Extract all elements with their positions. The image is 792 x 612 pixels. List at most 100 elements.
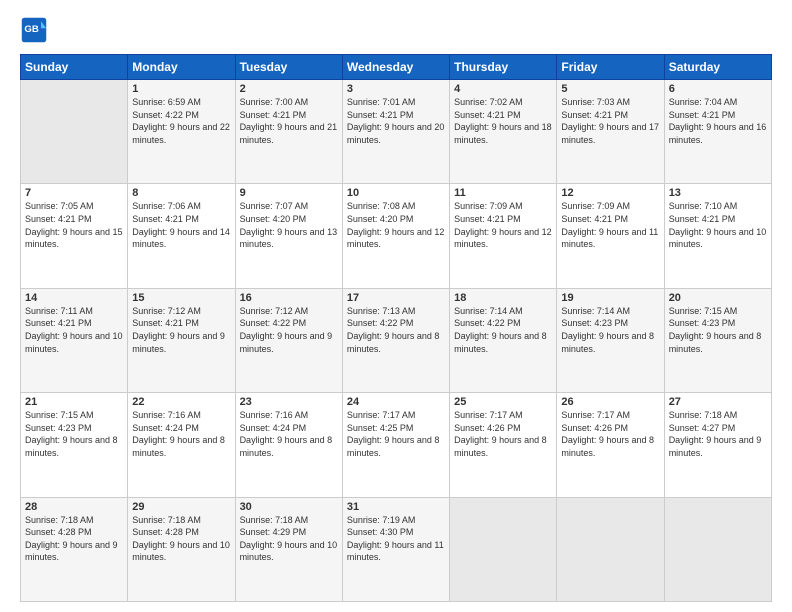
day-number: 18 [454,292,552,304]
day-info: Sunrise: 7:05 AMSunset: 4:21 PMDaylight:… [25,201,123,249]
day-number: 22 [132,396,230,408]
day-info: Sunrise: 7:13 AMSunset: 4:22 PMDaylight:… [347,306,440,354]
weekday-wednesday: Wednesday [342,55,449,80]
logo-icon: GB [20,16,48,44]
day-info: Sunrise: 7:18 AMSunset: 4:28 PMDaylight:… [25,515,118,563]
calendar-cell: 10Sunrise: 7:08 AMSunset: 4:20 PMDayligh… [342,184,449,288]
day-number: 4 [454,83,552,95]
calendar-cell: 20Sunrise: 7:15 AMSunset: 4:23 PMDayligh… [664,288,771,392]
calendar-cell: 23 Sunrise: 7:16 AMSunset: 4:24 PMDayligh… [235,393,342,497]
day-number: 7 [25,187,123,199]
calendar-week-3: 14 Sunrise: 7:11 AMSunset: 4:21 PMDayligh… [21,288,772,392]
calendar-cell: 26Sunrise: 7:17 AMSunset: 4:26 PMDayligh… [557,393,664,497]
weekday-tuesday: Tuesday [235,55,342,80]
day-info: Sunrise: 7:00 AMSunset: 4:21 PMDaylight:… [240,97,338,145]
calendar-cell: 2Sunrise: 7:00 AMSunset: 4:21 PMDaylight… [235,80,342,184]
calendar-cell [664,497,771,601]
day-info: Sunrise: 7:14 AMSunset: 4:23 PMDaylight:… [561,306,654,354]
day-number: 13 [669,187,767,199]
day-number: 3 [347,83,445,95]
calendar-week-5: 28 Sunrise: 7:18 AMSunset: 4:28 PMDayligh… [21,497,772,601]
day-number: 23 [240,396,338,408]
day-info: Sunrise: 7:18 AMSunset: 4:28 PMDaylight:… [132,515,230,563]
day-info: Sunrise: 7:14 AMSunset: 4:22 PMDaylight:… [454,306,547,354]
day-number: 8 [132,187,230,199]
calendar-cell: 7 Sunrise: 7:05 AMSunset: 4:21 PMDaylight… [21,184,128,288]
calendar-cell: 4 Sunrise: 7:02 AMSunset: 4:21 PMDaylight… [450,80,557,184]
calendar-week-1: 1Sunrise: 6:59 AMSunset: 4:22 PMDaylight… [21,80,772,184]
day-number: 15 [132,292,230,304]
day-number: 6 [669,83,767,95]
day-info: Sunrise: 7:15 AMSunset: 4:23 PMDaylight:… [25,410,118,458]
calendar-cell: 16 Sunrise: 7:12 AMSunset: 4:22 PMDayligh… [235,288,342,392]
weekday-saturday: Saturday [664,55,771,80]
calendar-table: SundayMondayTuesdayWednesdayThursdayFrid… [20,54,772,602]
day-number: 12 [561,187,659,199]
calendar-cell: 25 Sunrise: 7:17 AMSunset: 4:26 PMDayligh… [450,393,557,497]
day-info: Sunrise: 7:09 AMSunset: 4:21 PMDaylight:… [454,201,552,249]
day-number: 21 [25,396,123,408]
calendar-cell: 24 Sunrise: 7:17 AMSunset: 4:25 PMDayligh… [342,393,449,497]
calendar-cell: 8Sunrise: 7:06 AMSunset: 4:21 PMDaylight… [128,184,235,288]
calendar-cell: 6Sunrise: 7:04 AMSunset: 4:21 PMDaylight… [664,80,771,184]
day-number: 14 [25,292,123,304]
calendar-cell: 12 Sunrise: 7:09 AMSunset: 4:21 PMDayligh… [557,184,664,288]
day-info: Sunrise: 7:09 AMSunset: 4:21 PMDaylight:… [561,201,658,249]
day-info: Sunrise: 7:15 AMSunset: 4:23 PMDaylight:… [669,306,762,354]
calendar-week-4: 21 Sunrise: 7:15 AMSunset: 4:23 PMDayligh… [21,393,772,497]
day-number: 27 [669,396,767,408]
calendar-cell: 15Sunrise: 7:12 AMSunset: 4:21 PMDayligh… [128,288,235,392]
calendar-cell: 21 Sunrise: 7:15 AMSunset: 4:23 PMDayligh… [21,393,128,497]
calendar-cell: 13Sunrise: 7:10 AMSunset: 4:21 PMDayligh… [664,184,771,288]
day-info: Sunrise: 7:02 AMSunset: 4:21 PMDaylight:… [454,97,552,145]
day-number: 28 [25,501,123,513]
day-info: Sunrise: 7:18 AMSunset: 4:29 PMDaylight:… [240,515,338,563]
day-number: 19 [561,292,659,304]
calendar-cell: 3Sunrise: 7:01 AMSunset: 4:21 PMDaylight… [342,80,449,184]
calendar-cell: 1Sunrise: 6:59 AMSunset: 4:22 PMDaylight… [128,80,235,184]
header: GB [20,16,772,44]
day-info: Sunrise: 7:11 AMSunset: 4:21 PMDaylight:… [25,306,123,354]
day-number: 11 [454,187,552,199]
calendar-cell: 27Sunrise: 7:18 AMSunset: 4:27 PMDayligh… [664,393,771,497]
calendar-cell: 18 Sunrise: 7:14 AMSunset: 4:22 PMDayligh… [450,288,557,392]
day-info: Sunrise: 7:03 AMSunset: 4:21 PMDaylight:… [561,97,659,145]
day-number: 26 [561,396,659,408]
calendar-cell [450,497,557,601]
day-number: 31 [347,501,445,513]
weekday-friday: Friday [557,55,664,80]
day-number: 24 [347,396,445,408]
weekday-thursday: Thursday [450,55,557,80]
day-info: Sunrise: 7:08 AMSunset: 4:20 PMDaylight:… [347,201,445,249]
calendar-cell: 11 Sunrise: 7:09 AMSunset: 4:21 PMDayligh… [450,184,557,288]
day-info: Sunrise: 7:07 AMSunset: 4:20 PMDaylight:… [240,201,338,249]
day-number: 30 [240,501,338,513]
day-info: Sunrise: 7:17 AMSunset: 4:26 PMDaylight:… [454,410,547,458]
day-info: Sunrise: 7:16 AMSunset: 4:24 PMDaylight:… [240,410,333,458]
calendar-cell [21,80,128,184]
day-number: 25 [454,396,552,408]
day-info: Sunrise: 6:59 AMSunset: 4:22 PMDaylight:… [132,97,230,145]
calendar-cell: 5Sunrise: 7:03 AMSunset: 4:21 PMDaylight… [557,80,664,184]
day-number: 29 [132,501,230,513]
day-number: 17 [347,292,445,304]
calendar-cell: 29 Sunrise: 7:18 AMSunset: 4:28 PMDayligh… [128,497,235,601]
calendar-cell [557,497,664,601]
day-info: Sunrise: 7:19 AMSunset: 4:30 PMDaylight:… [347,515,444,563]
calendar-body: 1Sunrise: 6:59 AMSunset: 4:22 PMDaylight… [21,80,772,602]
logo: GB [20,16,50,44]
weekday-header-row: SundayMondayTuesdayWednesdayThursdayFrid… [21,55,772,80]
calendar-cell: 31 Sunrise: 7:19 AMSunset: 4:30 PMDayligh… [342,497,449,601]
calendar-cell: 19 Sunrise: 7:14 AMSunset: 4:23 PMDayligh… [557,288,664,392]
day-info: Sunrise: 7:17 AMSunset: 4:25 PMDaylight:… [347,410,440,458]
day-number: 16 [240,292,338,304]
weekday-sunday: Sunday [21,55,128,80]
calendar-cell: 14 Sunrise: 7:11 AMSunset: 4:21 PMDayligh… [21,288,128,392]
svg-text:GB: GB [24,24,38,35]
weekday-monday: Monday [128,55,235,80]
day-info: Sunrise: 7:12 AMSunset: 4:22 PMDaylight:… [240,306,333,354]
calendar-week-2: 7 Sunrise: 7:05 AMSunset: 4:21 PMDaylight… [21,184,772,288]
day-number: 9 [240,187,338,199]
calendar-cell: 22Sunrise: 7:16 AMSunset: 4:24 PMDayligh… [128,393,235,497]
page-container: GB SundayMondayTuesdayWednesdayThursdayF… [0,0,792,612]
